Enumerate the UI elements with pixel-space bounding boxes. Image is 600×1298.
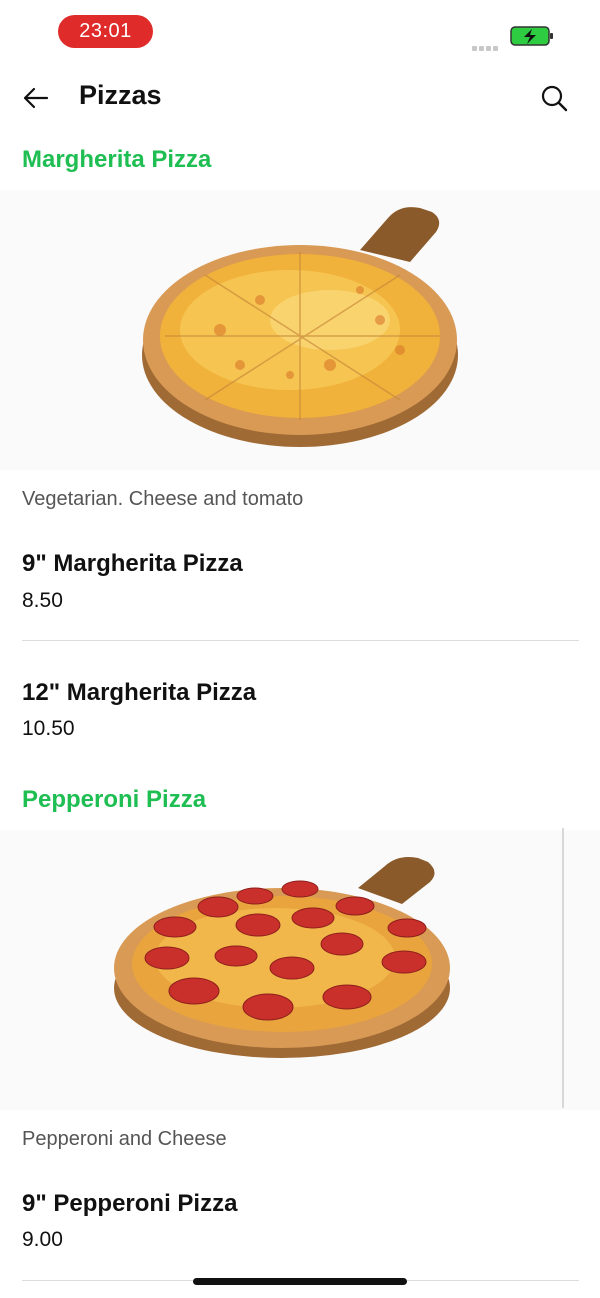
item-name: 9" Pepperoni Pizza — [22, 1190, 238, 1217]
battery-charging-icon — [510, 26, 553, 46]
scrollbar[interactable] — [562, 828, 564, 1108]
section-description-pepperoni: Pepperoni and Cheese — [22, 1128, 227, 1150]
search-icon[interactable] — [538, 82, 570, 114]
back-arrow-icon[interactable] — [20, 82, 52, 114]
item-name: 9" Margherita Pizza — [22, 550, 243, 577]
item-price: 9.00 — [22, 1228, 63, 1251]
page-title: Pizzas — [79, 80, 162, 110]
item-price: 8.50 — [22, 589, 63, 612]
signal-icon — [472, 38, 500, 56]
section-title-margherita: Margherita Pizza — [22, 146, 212, 173]
section-description-margherita: Vegetarian. Cheese and tomato — [22, 488, 304, 510]
item-name: 12" Margherita Pizza — [22, 679, 257, 706]
item-price: 10.50 — [22, 717, 75, 740]
margherita-pizza-image — [0, 190, 600, 470]
home-indicator[interactable] — [193, 1278, 407, 1285]
status-bar: 23:01 — [0, 0, 600, 64]
pepperoni-pizza-image — [0, 830, 600, 1110]
divider — [22, 640, 579, 641]
section-title-pepperoni: Pepperoni Pizza — [22, 786, 207, 813]
time-indicator: 23:01 — [58, 15, 153, 48]
app-header: Pizzas — [0, 64, 600, 134]
